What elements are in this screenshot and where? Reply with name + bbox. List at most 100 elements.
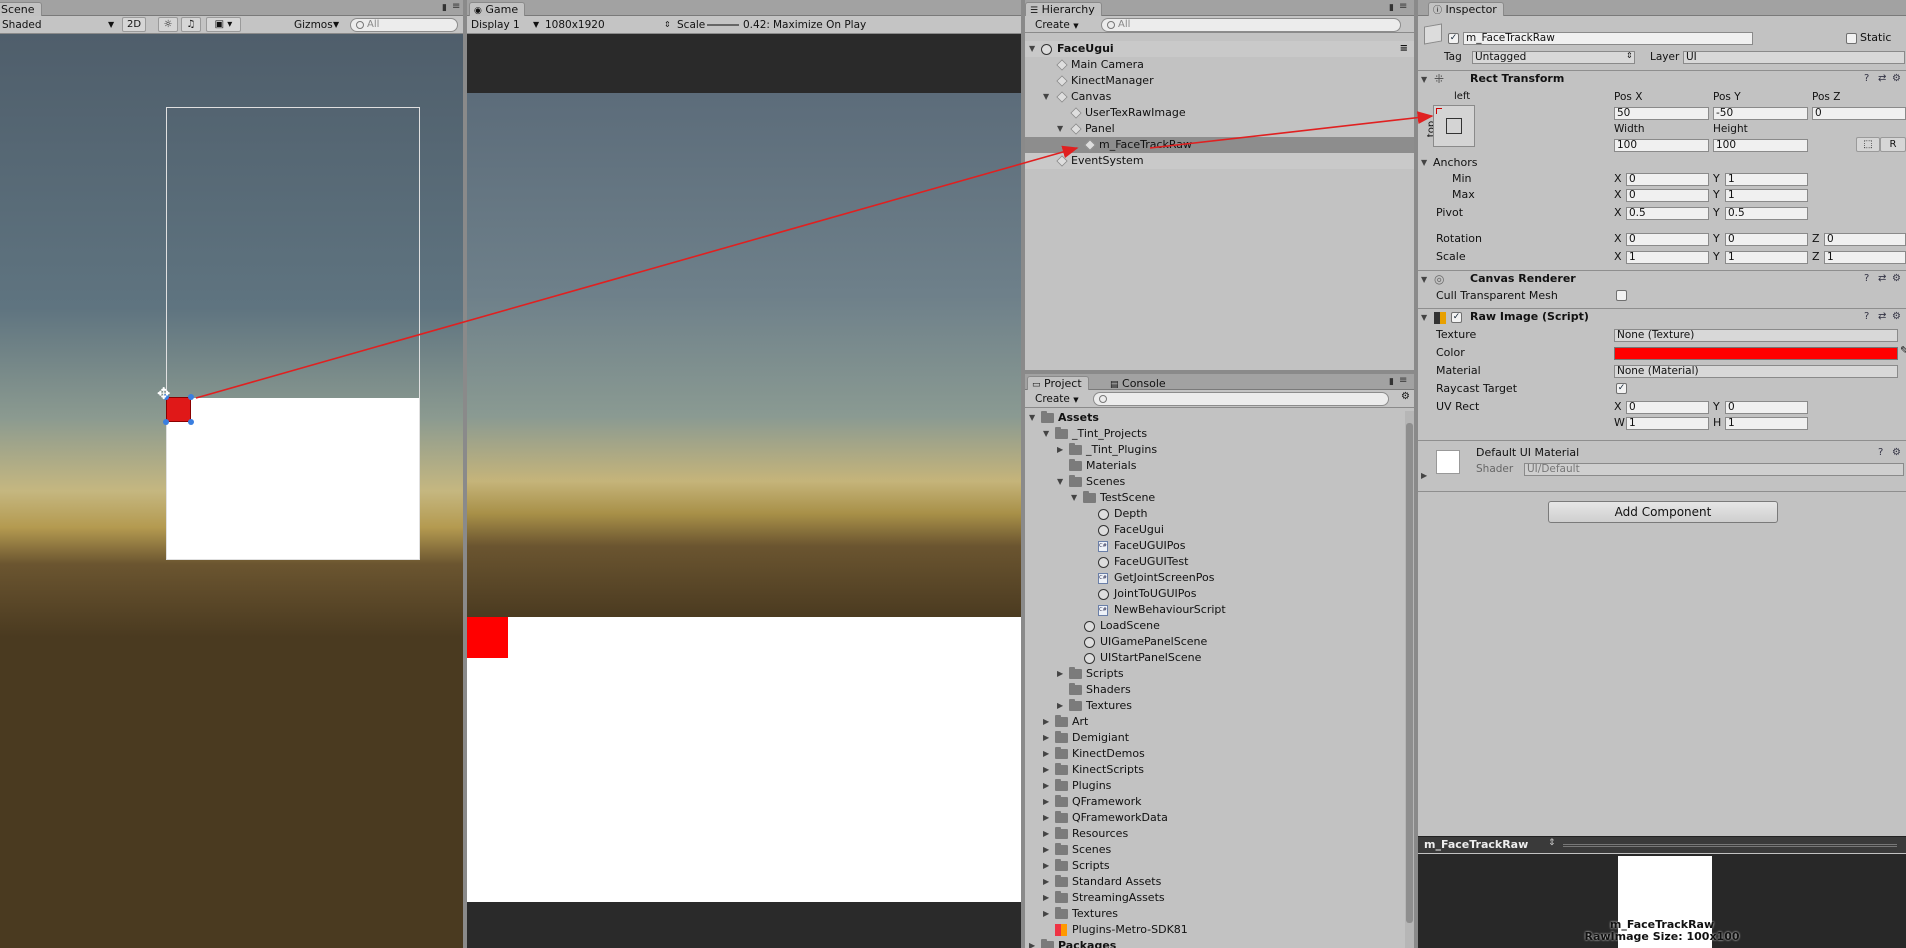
component-settings-icon[interactable]: ⚙ [1892, 447, 1901, 458]
uv-y-input[interactable]: 0 [1725, 401, 1808, 414]
project-item[interactable]: Depth [1025, 506, 1405, 522]
scale-x-input[interactable]: 1 [1626, 251, 1709, 264]
project-item[interactable]: Materials [1025, 458, 1405, 474]
panel-menu-icon[interactable]: ≡ [1399, 375, 1407, 386]
collapse-arrow-icon[interactable]: ▶ [1043, 906, 1049, 922]
expand-arrow-icon[interactable]: ▼ [1421, 75, 1427, 84]
pos-y-input[interactable]: -50 [1713, 107, 1808, 120]
project-item[interactable]: ▶ KinectScripts [1025, 762, 1405, 778]
rotation-z-input[interactable]: 0 [1824, 233, 1906, 246]
resolution-dropdown[interactable]: 1080x1920 [545, 18, 605, 32]
canvas-renderer-header[interactable]: ▼ ◎ Canvas Renderer ? ⇄ ⚙ [1418, 270, 1906, 288]
hierarchy-item-canvas[interactable]: ▼ Canvas [1025, 89, 1414, 105]
pivot-y-input[interactable]: 0.5 [1725, 207, 1808, 220]
component-settings-icon[interactable]: ⚙ [1892, 273, 1901, 284]
project-item[interactable]: ▶ Scenes [1025, 842, 1405, 858]
height-input[interactable]: 100 [1713, 139, 1808, 152]
gizmos-dropdown[interactable]: Gizmos [294, 18, 333, 32]
scale-z-input[interactable]: 1 [1824, 251, 1906, 264]
project-item[interactable]: ▶ _Tint_Plugins [1025, 442, 1405, 458]
component-preset-icon[interactable]: ⇄ [1878, 73, 1886, 84]
hierarchy-search-input[interactable]: All [1101, 18, 1401, 32]
project-item[interactable]: LoadScene [1025, 618, 1405, 634]
static-checkbox[interactable] [1846, 33, 1857, 44]
collapse-arrow-icon[interactable]: ▶ [1043, 794, 1049, 810]
panel-menu-icon[interactable]: ≡ [1399, 1, 1407, 12]
rect-transform-header[interactable]: ▼ ⁜ Rect Transform ? ⇄ ⚙ [1418, 70, 1906, 88]
anchor-max-x-input[interactable]: 0 [1626, 189, 1709, 202]
eyedropper-icon[interactable]: ✎ [1900, 344, 1906, 357]
project-item[interactable]: Shaders [1025, 682, 1405, 698]
lighting-toggle-icon[interactable]: ☼ [158, 17, 178, 32]
blueprint-mode-button[interactable]: ⬚ [1856, 137, 1880, 152]
project-item[interactable]: ▼ Assets [1025, 410, 1405, 426]
layer-dropdown[interactable]: UI [1683, 51, 1905, 64]
maximize-on-play-toggle[interactable]: Maximize On Play [773, 18, 866, 32]
collapse-arrow-icon[interactable]: ▶ [1057, 442, 1063, 458]
mode-2d-toggle[interactable]: 2D [122, 17, 146, 32]
collapse-arrow-icon[interactable]: ▶ [1421, 471, 1427, 480]
active-checkbox[interactable]: ✓ [1448, 33, 1459, 44]
rotation-y-input[interactable]: 0 [1725, 233, 1808, 246]
rect-handle[interactable] [188, 419, 194, 425]
hierarchy-item-faceugui[interactable]: ▼ FaceUgui ≡ [1025, 41, 1414, 57]
project-scrollbar[interactable] [1405, 411, 1414, 948]
rect-handle[interactable] [163, 419, 169, 425]
collapse-arrow-icon[interactable]: ▶ [1043, 874, 1049, 890]
collapse-arrow-icon[interactable]: ▶ [1043, 762, 1049, 778]
project-item[interactable]: ▶ Demigiant [1025, 730, 1405, 746]
hierarchy-item-panel[interactable]: ▼ Panel [1025, 121, 1414, 137]
collapse-arrow-icon[interactable]: ▶ [1043, 826, 1049, 842]
project-item[interactable]: ▼ Scenes [1025, 474, 1405, 490]
component-preset-icon[interactable]: ⇄ [1878, 311, 1886, 322]
hierarchy-create-button[interactable]: Create ▼ [1035, 18, 1079, 33]
expand-arrow-icon[interactable]: ▼ [1071, 490, 1077, 506]
uv-x-input[interactable]: 0 [1626, 401, 1709, 414]
project-item[interactable]: ▶ Standard Assets [1025, 874, 1405, 890]
pos-x-input[interactable]: 50 [1614, 107, 1709, 120]
expand-arrow-icon[interactable]: ▼ [1057, 121, 1063, 137]
collapse-arrow-icon[interactable]: ▶ [1043, 778, 1049, 794]
project-item[interactable]: UIStartPanelScene [1025, 650, 1405, 666]
pivot-x-input[interactable]: 0.5 [1626, 207, 1709, 220]
lock-icon[interactable]: ▮ [1389, 377, 1394, 387]
scale-slider[interactable] [707, 24, 739, 26]
expand-arrow-icon[interactable]: ▼ [1421, 275, 1427, 284]
component-help-icon[interactable]: ? [1864, 273, 1869, 284]
uv-h-input[interactable]: 1 [1725, 417, 1808, 430]
collapse-arrow-icon[interactable]: ▶ [1043, 842, 1049, 858]
preview-drag-handle[interactable] [1563, 844, 1897, 847]
hierarchy-item-kinectmanager[interactable]: KinectManager [1025, 73, 1414, 89]
tab-console[interactable]: ▤ Console [1110, 377, 1166, 390]
item-menu-icon[interactable]: ≡ [1400, 41, 1408, 57]
tab-scene[interactable]: Scene [0, 2, 42, 16]
tab-game[interactable]: ◉ Game [469, 2, 526, 16]
collapse-arrow-icon[interactable]: ▶ [1043, 714, 1049, 730]
lock-icon[interactable]: ▮ [442, 3, 447, 13]
project-item[interactable]: ▶ Plugins [1025, 778, 1405, 794]
project-item[interactable]: C# GetJointScreenPos [1025, 570, 1405, 586]
scrollbar-thumb[interactable] [1406, 423, 1413, 923]
hierarchy-item-eventsystem[interactable]: EventSystem [1025, 153, 1414, 169]
component-preset-icon[interactable]: ⇄ [1878, 273, 1886, 284]
expand-arrow-icon[interactable]: ▼ [1029, 41, 1035, 57]
scene-viewport[interactable]: ✥ [0, 34, 463, 948]
project-item[interactable]: ▶ QFramework [1025, 794, 1405, 810]
collapse-arrow-icon[interactable]: ▶ [1057, 698, 1063, 714]
project-item[interactable]: ▶ Scripts [1025, 666, 1405, 682]
audio-toggle-icon[interactable]: ♫ [181, 17, 201, 32]
expand-arrow-icon[interactable]: ▼ [1029, 410, 1035, 426]
scene-search-input[interactable]: All [350, 18, 458, 32]
project-item[interactable]: ▼ TestScene [1025, 490, 1405, 506]
tab-project[interactable]: ▭ Project [1027, 376, 1089, 390]
tab-hierarchy[interactable]: ☰ Hierarchy [1025, 2, 1102, 16]
material-field[interactable]: None (Material) [1614, 365, 1898, 378]
project-item[interactable]: ▶ StreamingAssets [1025, 890, 1405, 906]
project-item[interactable]: ▶ Textures [1025, 906, 1405, 922]
project-item[interactable]: C# NewBehaviourScript [1025, 602, 1405, 618]
project-item[interactable]: ▶ Scripts [1025, 858, 1405, 874]
object-name-input[interactable]: m_FaceTrackRaw [1463, 32, 1753, 45]
expand-arrow-icon[interactable]: ▼ [1043, 426, 1049, 442]
tab-inspector[interactable]: ⓘ Inspector [1428, 2, 1504, 16]
rotation-x-input[interactable]: 0 [1626, 233, 1709, 246]
